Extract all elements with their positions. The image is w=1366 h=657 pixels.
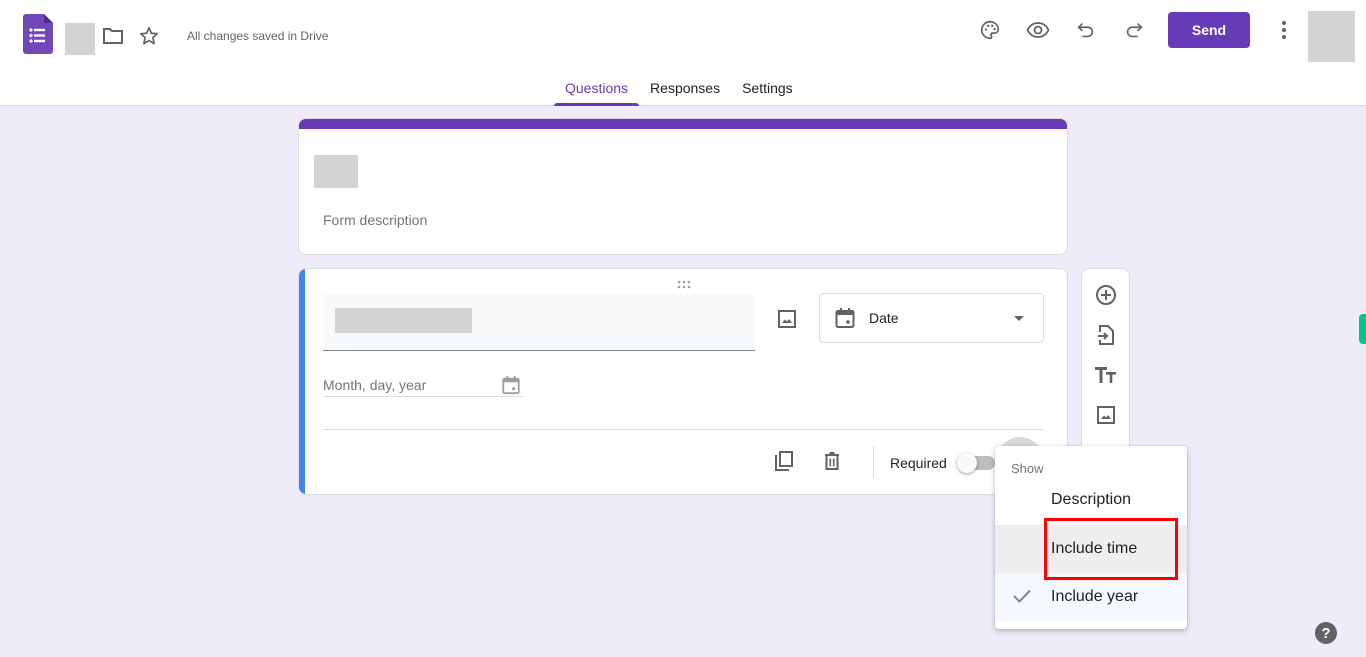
help-icon[interactable]: ? [1315,622,1337,644]
check-icon [1011,585,1033,612]
undo-icon[interactable] [1074,18,1098,42]
dropdown-arrow-icon [1014,316,1024,321]
top-app-bar: All changes saved in Drive Send Question… [0,0,1366,106]
delete-icon[interactable] [820,449,844,473]
menu-item-include-year[interactable]: Include year [995,573,1187,621]
add-image-icon[interactable] [775,307,799,331]
google-forms-icon[interactable] [23,14,53,54]
show-options-menu: Show Description Include time Include ye… [995,446,1187,629]
menu-item-label: Include year [1051,588,1139,605]
save-status: All changes saved in Drive [187,29,329,43]
menu-item-description[interactable]: Description [995,476,1187,524]
add-title-icon[interactable] [1094,363,1118,387]
footer-divider [323,429,1043,430]
add-question-icon[interactable] [1094,283,1118,307]
form-title-field[interactable] [314,155,358,188]
duplicate-icon[interactable] [772,449,796,473]
more-vert-icon[interactable] [1272,18,1296,42]
floating-toolbar [1081,268,1130,458]
eye-icon[interactable] [1026,18,1050,42]
tab-responses[interactable]: Responses [639,76,731,106]
import-questions-icon[interactable] [1094,323,1118,347]
question-title-text [335,308,472,333]
redo-icon[interactable] [1122,18,1146,42]
question-type-select[interactable]: Date [819,293,1044,343]
tab-bar: Questions Responses Settings [554,76,804,106]
calendar-icon [501,375,521,400]
tab-questions[interactable]: Questions [554,76,640,106]
date-answer-field: Month, day, year [323,371,523,397]
question-card: Date Month, day, year Required [298,268,1068,495]
drag-handle-icon[interactable] [676,277,692,289]
question-type-label: Date [869,310,899,326]
palette-icon[interactable] [978,18,1002,42]
menu-item-label: Include time [1051,540,1138,557]
side-panel-tab[interactable] [1359,314,1366,344]
form-title-input[interactable] [65,23,95,55]
form-title-card: Form description [298,118,1068,255]
theme-accent-bar [299,119,1067,129]
active-indicator [299,269,305,494]
folder-icon[interactable] [101,24,125,48]
menu-header: Show [1011,461,1044,476]
menu-item-include-time[interactable]: Include time [995,525,1187,573]
menu-item-label: Description [1051,491,1132,508]
required-label: Required [890,455,947,471]
toggle-knob [957,453,977,473]
star-icon[interactable] [137,24,161,48]
add-image-icon[interactable] [1094,403,1118,427]
account-avatar[interactable] [1308,11,1355,62]
calendar-icon [834,307,856,334]
required-toggle[interactable] [957,453,995,473]
send-button[interactable]: Send [1168,12,1250,48]
form-description-field[interactable]: Form description [323,212,427,228]
question-title-input[interactable] [323,294,755,351]
date-placeholder: Month, day, year [323,377,427,393]
footer-separator [873,446,874,478]
tab-settings[interactable]: Settings [731,76,804,106]
